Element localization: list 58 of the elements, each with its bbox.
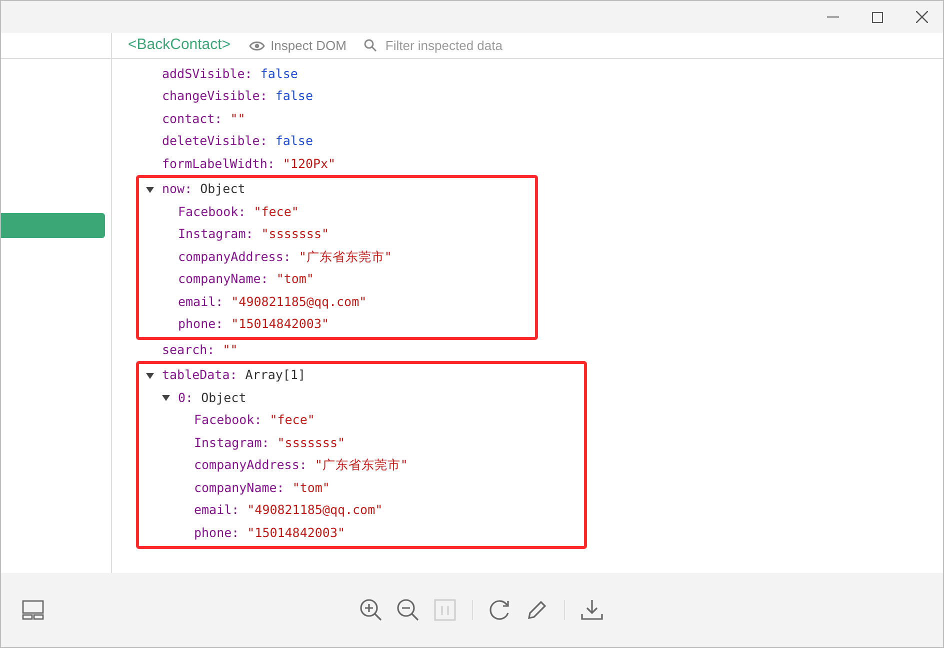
property-value: "fece" — [270, 411, 315, 430]
property-key: 0: — [178, 388, 202, 408]
pencil-icon[interactable] — [525, 598, 549, 622]
property-value: "" — [222, 340, 238, 359]
filter-field[interactable]: Filter inspected data — [385, 36, 586, 56]
property-value: false — [260, 64, 298, 83]
property-value: "广东省东莞市" — [298, 248, 392, 266]
property-value: Array[1] — [245, 366, 306, 384]
property-key: tableData: — [162, 366, 246, 386]
inspect-dom-button[interactable]: Inspect DOM — [248, 36, 346, 56]
property-key: companyName: — [178, 270, 276, 290]
property-key: companyAddress: — [178, 248, 299, 267]
property-value: "tom" — [292, 478, 330, 497]
property-key: companyName: — [194, 478, 292, 498]
property-key: email: — [194, 501, 248, 520]
rotate-icon[interactable] — [488, 598, 512, 622]
property-value: "120Px" — [282, 154, 336, 173]
property-key: search: — [162, 340, 223, 360]
property-value: "" — [230, 110, 246, 128]
property-value: "490821185@qq.com" — [231, 292, 367, 311]
property-key: changeVisible: — [162, 87, 276, 106]
layout-icon[interactable] — [22, 600, 44, 620]
property-key: email: — [178, 292, 232, 312]
property-value: Object — [200, 180, 246, 198]
property-key: contact: — [162, 110, 230, 129]
property-key: Instagram: — [178, 225, 262, 244]
property-value: "15014842003" — [231, 315, 329, 334]
property-key: phone: — [178, 315, 232, 334]
close-icon[interactable] — [916, 11, 928, 23]
property-key: Facebook: — [194, 411, 270, 430]
property-value: "15014842003" — [247, 524, 345, 542]
component-name: <BackContact> — [128, 35, 231, 56]
property-key: deleteVisible: — [162, 132, 276, 152]
expanded-arrow-icon[interactable] — [146, 372, 154, 380]
maximize-icon[interactable] — [872, 12, 883, 22]
zoom-in-icon[interactable] — [359, 598, 383, 622]
property-value: "tom" — [276, 270, 314, 288]
property-value: "fece" — [254, 202, 299, 221]
property-value: "广东省东莞市" — [314, 456, 408, 474]
property-key: now: — [162, 180, 200, 200]
property-key: phone: — [194, 524, 248, 543]
property-value: "490821185@qq.com" — [247, 501, 383, 520]
property-key: companyAddress: — [194, 456, 315, 476]
property-value: "sssssss" — [261, 225, 329, 244]
search-icon — [364, 39, 378, 52]
eye-icon — [248, 40, 265, 52]
expanded-arrow-icon[interactable] — [162, 394, 170, 402]
zoom-out-icon[interactable] — [396, 598, 420, 622]
property-value: false — [275, 132, 313, 150]
expanded-arrow-icon[interactable] — [146, 186, 154, 194]
property-key: formLabelWidth: — [162, 154, 283, 174]
property-value: Object — [201, 388, 246, 407]
property-key: Instagram: — [194, 434, 278, 453]
property-value: "sssssss" — [277, 434, 345, 452]
property-value: false — [275, 87, 313, 106]
property-key: addSVisible: — [162, 64, 260, 84]
download-icon[interactable] — [580, 598, 604, 622]
property-key: Facebook: — [178, 202, 254, 222]
